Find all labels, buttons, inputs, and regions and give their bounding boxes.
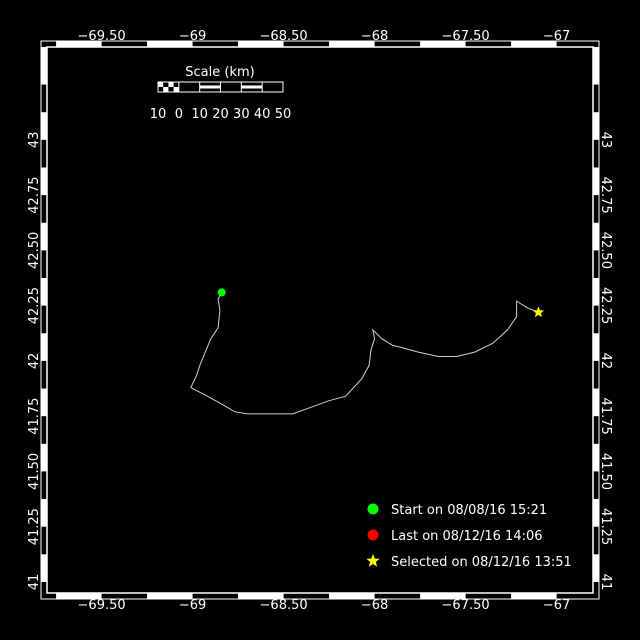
- lon-label-top: −67.50: [442, 29, 490, 44]
- lat-label-right: 42: [598, 353, 613, 370]
- scale-bar-title: Scale (km): [185, 65, 254, 80]
- lat-label-left: 42.25: [27, 287, 42, 324]
- lat-label-right: 41.50: [598, 453, 613, 490]
- lon-label-top: −69: [179, 29, 206, 44]
- lat-label-left: 43: [27, 132, 42, 149]
- scale-label: 30: [233, 107, 250, 122]
- lat-label-right: 41.75: [598, 398, 613, 435]
- lon-label-top: −68.50: [260, 29, 308, 44]
- lon-label-top: −67: [543, 29, 570, 44]
- lon-label-top: −68: [361, 29, 388, 44]
- lon-label-bottom: −67.50: [442, 598, 490, 613]
- lat-label-left: 42.50: [27, 232, 42, 269]
- lat-label-right: 42.25: [598, 287, 613, 324]
- lat-label-right: 42.75: [598, 176, 613, 213]
- scale-label: 40: [254, 107, 271, 122]
- scale-label: 20: [212, 107, 229, 122]
- lat-label-right: 43: [598, 132, 613, 149]
- lon-label-bottom: −68: [361, 598, 388, 613]
- lat-label-left: 42: [27, 353, 42, 370]
- lat-label-right: 42.50: [598, 232, 613, 269]
- legend-text: Selected on 08/12/16 13:51: [391, 555, 572, 570]
- map-legend: Start on 08/08/16 15:21 Last on 08/12/16 …: [366, 503, 572, 570]
- scale-subdivision: [173, 87, 179, 92]
- scale-segment-fill: [241, 85, 263, 89]
- lon-label-top: −69.50: [78, 29, 126, 44]
- legend-text: Start on 08/08/16 15:21: [391, 503, 547, 518]
- drifter-track-map: −69.50 −69.50 −69 −69 −68.50 −68.50 −68 −68 −67.…: [0, 0, 640, 640]
- legend-marker-start: [367, 503, 379, 515]
- scale-subdivision: [168, 82, 174, 87]
- start-point-marker: [217, 288, 226, 297]
- lat-label-right: 41: [598, 574, 613, 591]
- legend-text: Last on 08/12/16 14:06: [391, 529, 543, 544]
- map-background: [0, 0, 640, 640]
- legend-marker-last: [367, 529, 379, 541]
- scale-subdivision: [158, 82, 164, 87]
- lon-label-bottom: −67: [543, 598, 570, 613]
- scale-subdivision: [163, 87, 169, 92]
- lat-label-left: 41: [27, 574, 42, 591]
- lon-label-bottom: −68.50: [260, 598, 308, 613]
- lon-label-bottom: −69.50: [78, 598, 126, 613]
- lat-label-left: 41.25: [27, 508, 42, 545]
- scale-label: 50: [275, 107, 292, 122]
- lat-label-right: 41.25: [598, 508, 613, 545]
- scale-segment-fill: [199, 85, 221, 89]
- lat-label-left: 41.50: [27, 453, 42, 490]
- frame-band: [593, 47, 599, 85]
- lat-label-left: 41.75: [27, 398, 42, 435]
- frame-band: [41, 47, 47, 85]
- scale-label: 10: [150, 107, 167, 122]
- scale-label: 10: [191, 107, 208, 122]
- lat-label-left: 42.75: [27, 176, 42, 213]
- scale-label: 0: [175, 107, 183, 122]
- lon-label-bottom: −69: [179, 598, 206, 613]
